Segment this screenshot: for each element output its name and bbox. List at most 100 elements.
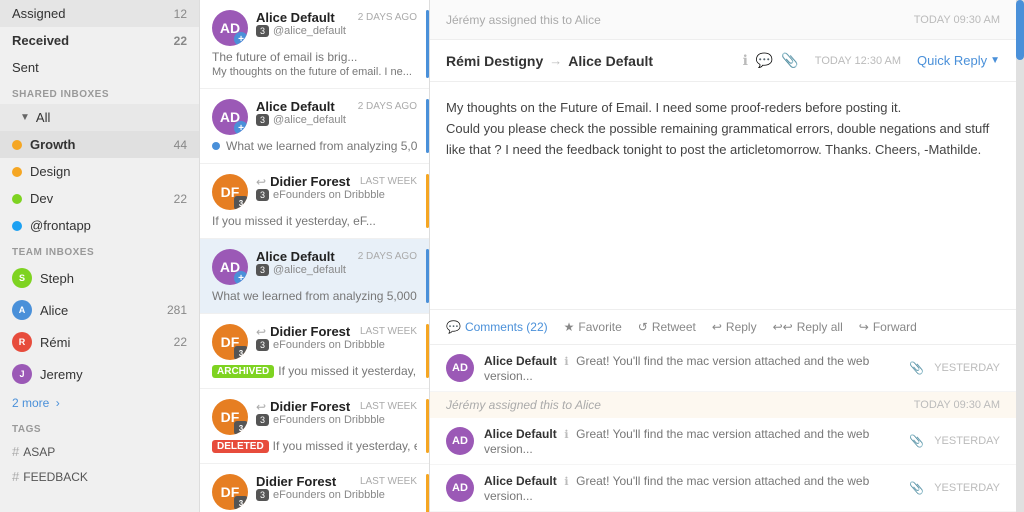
priority-bar — [426, 99, 429, 153]
reply-all-button[interactable]: ↩↩ Reply all — [773, 320, 843, 334]
recipient-name: Alice Default — [568, 53, 653, 69]
priority-bar — [426, 10, 429, 78]
avatar: AD + — [212, 10, 248, 46]
reply-arrow-icon: ↩ — [256, 175, 266, 189]
badge-icon: 3 — [256, 189, 269, 201]
sidebar-item-all[interactable]: ▼ All — [0, 104, 199, 131]
message-list: AD + Alice Default 2 DAYS AGO 3 @alice_d… — [200, 0, 430, 512]
info-icon: ℹ — [564, 429, 568, 441]
sidebar-item-assigned[interactable]: Assigned 12 — [0, 0, 199, 27]
avatar: DF 3 — [212, 324, 248, 360]
two-more-link[interactable]: 2 more › — [0, 390, 199, 416]
priority-bar — [426, 174, 429, 228]
email-header: Rémi Destigny → Alice Default ℹ 💬 📎 TODA… — [430, 40, 1016, 82]
retweet-button[interactable]: ↺ Retweet — [638, 320, 696, 334]
deleted-badge: DELETED — [212, 440, 269, 453]
comment-item: AD Alice Default ℹ Great! You'll find th… — [430, 345, 1016, 392]
list-item[interactable]: DF 3 ↩ Didier Forest LAST WEEK 3 eFounde… — [200, 314, 429, 389]
list-item[interactable]: AD + Alice Default 2 DAYS AGO 3 @alice_d… — [200, 239, 429, 314]
sender-name: Rémi Destigny — [446, 53, 543, 69]
twitter-dot — [12, 221, 22, 231]
paperclip-icon: 📎 — [909, 434, 924, 448]
reply-icon: ↩ — [712, 320, 722, 334]
sidebar-item-dev[interactable]: Dev 22 — [0, 185, 199, 212]
comment-item: AD Alice Default ℹ Great! You'll find th… — [430, 465, 1016, 512]
plus-badge: + — [234, 121, 248, 135]
archived-badge: ARCHIVED — [212, 365, 274, 378]
avatar: AD — [446, 474, 474, 502]
arrow-icon: → — [549, 53, 562, 68]
design-dot — [12, 167, 22, 177]
info-icon: ℹ — [564, 476, 568, 488]
badge-icon: 3 — [256, 414, 269, 426]
email-panel: Jérémy assigned this to Alice TODAY 09:3… — [430, 0, 1016, 512]
remi-avatar: R — [12, 332, 32, 352]
scroll-thumb[interactable] — [1016, 0, 1024, 60]
avatar: DF 3 — [212, 399, 248, 435]
paperclip-icon: 📎 — [909, 361, 924, 375]
sidebar-item-frontapp[interactable]: @frontapp — [0, 212, 199, 239]
avatar: AD — [446, 427, 474, 455]
chat-icon[interactable]: 💬 — [756, 52, 773, 69]
scrollbar[interactable] — [1016, 0, 1024, 512]
info-icon[interactable]: ℹ — [743, 52, 748, 69]
tag-feedback[interactable]: # FEEDBACK — [0, 464, 199, 489]
favorite-button[interactable]: ★ Favorite — [564, 320, 622, 334]
badge-icon: 3 — [256, 339, 269, 351]
email-time: TODAY 12:30 AM — [815, 55, 901, 67]
assign-notice-row: Jérémy assigned this to Alice TODAY 09:3… — [430, 392, 1016, 418]
comment-icon: 💬 — [446, 320, 461, 334]
badge-icon: 3 — [256, 114, 269, 126]
jeremy-avatar: J — [12, 364, 32, 384]
source-badge: 3 — [234, 421, 248, 435]
hash-icon: # — [12, 444, 19, 459]
source-badge: 3 — [234, 346, 248, 360]
assigned-time: TODAY 09:30 AM — [914, 14, 1000, 26]
team-inboxes-section-header: TEAM INBOXES — [0, 239, 199, 262]
hash-icon: # — [12, 469, 19, 484]
sidebar: Assigned 12 Received 22 Sent SHARED INBO… — [0, 0, 200, 512]
growth-dot — [12, 140, 22, 150]
sidebar-item-growth[interactable]: Growth 44 — [0, 131, 199, 158]
sidebar-item-design[interactable]: Design — [0, 158, 199, 185]
sidebar-item-alice[interactable]: A Alice 281 — [0, 294, 199, 326]
sidebar-item-remi[interactable]: R Rémi 22 — [0, 326, 199, 358]
priority-bar — [426, 324, 429, 378]
unread-dot — [212, 142, 220, 150]
chevron-down-icon: ▼ — [20, 112, 30, 123]
tag-asap[interactable]: # ASAP — [0, 439, 199, 464]
alice-avatar: A — [12, 300, 32, 320]
priority-bar — [426, 399, 429, 453]
list-item[interactable]: DF 3 ↩ Didier Forest LAST WEEK 3 eFounde… — [200, 164, 429, 239]
sidebar-item-steph[interactable]: S Steph — [0, 262, 199, 294]
badge-icon: 3 — [256, 489, 269, 501]
reply-all-icon: ↩↩ — [773, 320, 793, 334]
retweet-icon: ↺ — [638, 320, 648, 334]
sidebar-item-sent[interactable]: Sent — [0, 54, 199, 81]
list-item[interactable]: DF 3 ↩ Didier Forest LAST WEEK 3 eFounde… — [200, 389, 429, 464]
paperclip-icon[interactable]: 📎 — [781, 52, 798, 69]
avatar: AD + — [212, 249, 248, 285]
star-icon: ★ — [564, 320, 575, 334]
avatar: AD + — [212, 99, 248, 135]
list-item[interactable]: DF 3 Didier Forest LAST WEEK 3 eFounders… — [200, 464, 429, 512]
info-icon: ℹ — [564, 356, 568, 368]
sidebar-item-received[interactable]: Received 22 — [0, 27, 199, 54]
paperclip-icon: 📎 — [909, 481, 924, 495]
chevron-right-icon: › — [56, 396, 60, 410]
shared-inboxes-section-header: SHARED INBOXES — [0, 81, 199, 104]
list-item[interactable]: AD + Alice Default 2 DAYS AGO 3 @alice_d… — [200, 0, 429, 89]
reply-button[interactable]: ↩ Reply — [712, 320, 757, 334]
email-body: My thoughts on the Future of Email. I ne… — [430, 82, 1016, 309]
list-item[interactable]: AD + Alice Default 2 DAYS AGO 3 @alice_d… — [200, 89, 429, 164]
dev-dot — [12, 194, 22, 204]
comments-button[interactable]: 💬 Comments (22) — [446, 320, 548, 334]
avatar: DF 3 — [212, 474, 248, 510]
forward-button[interactable]: ↪ Forward — [859, 320, 917, 334]
forward-icon: ↪ — [859, 320, 869, 334]
quick-reply-button[interactable]: Quick Reply ▼ — [917, 53, 1000, 68]
comment-item: AD Alice Default ℹ Great! You'll find th… — [430, 418, 1016, 465]
sidebar-item-jeremy[interactable]: J Jeremy — [0, 358, 199, 390]
badge-icon: 3 — [256, 25, 269, 37]
email-actions-bar: 💬 Comments (22) ★ Favorite ↺ Retweet ↩ R… — [430, 309, 1016, 345]
